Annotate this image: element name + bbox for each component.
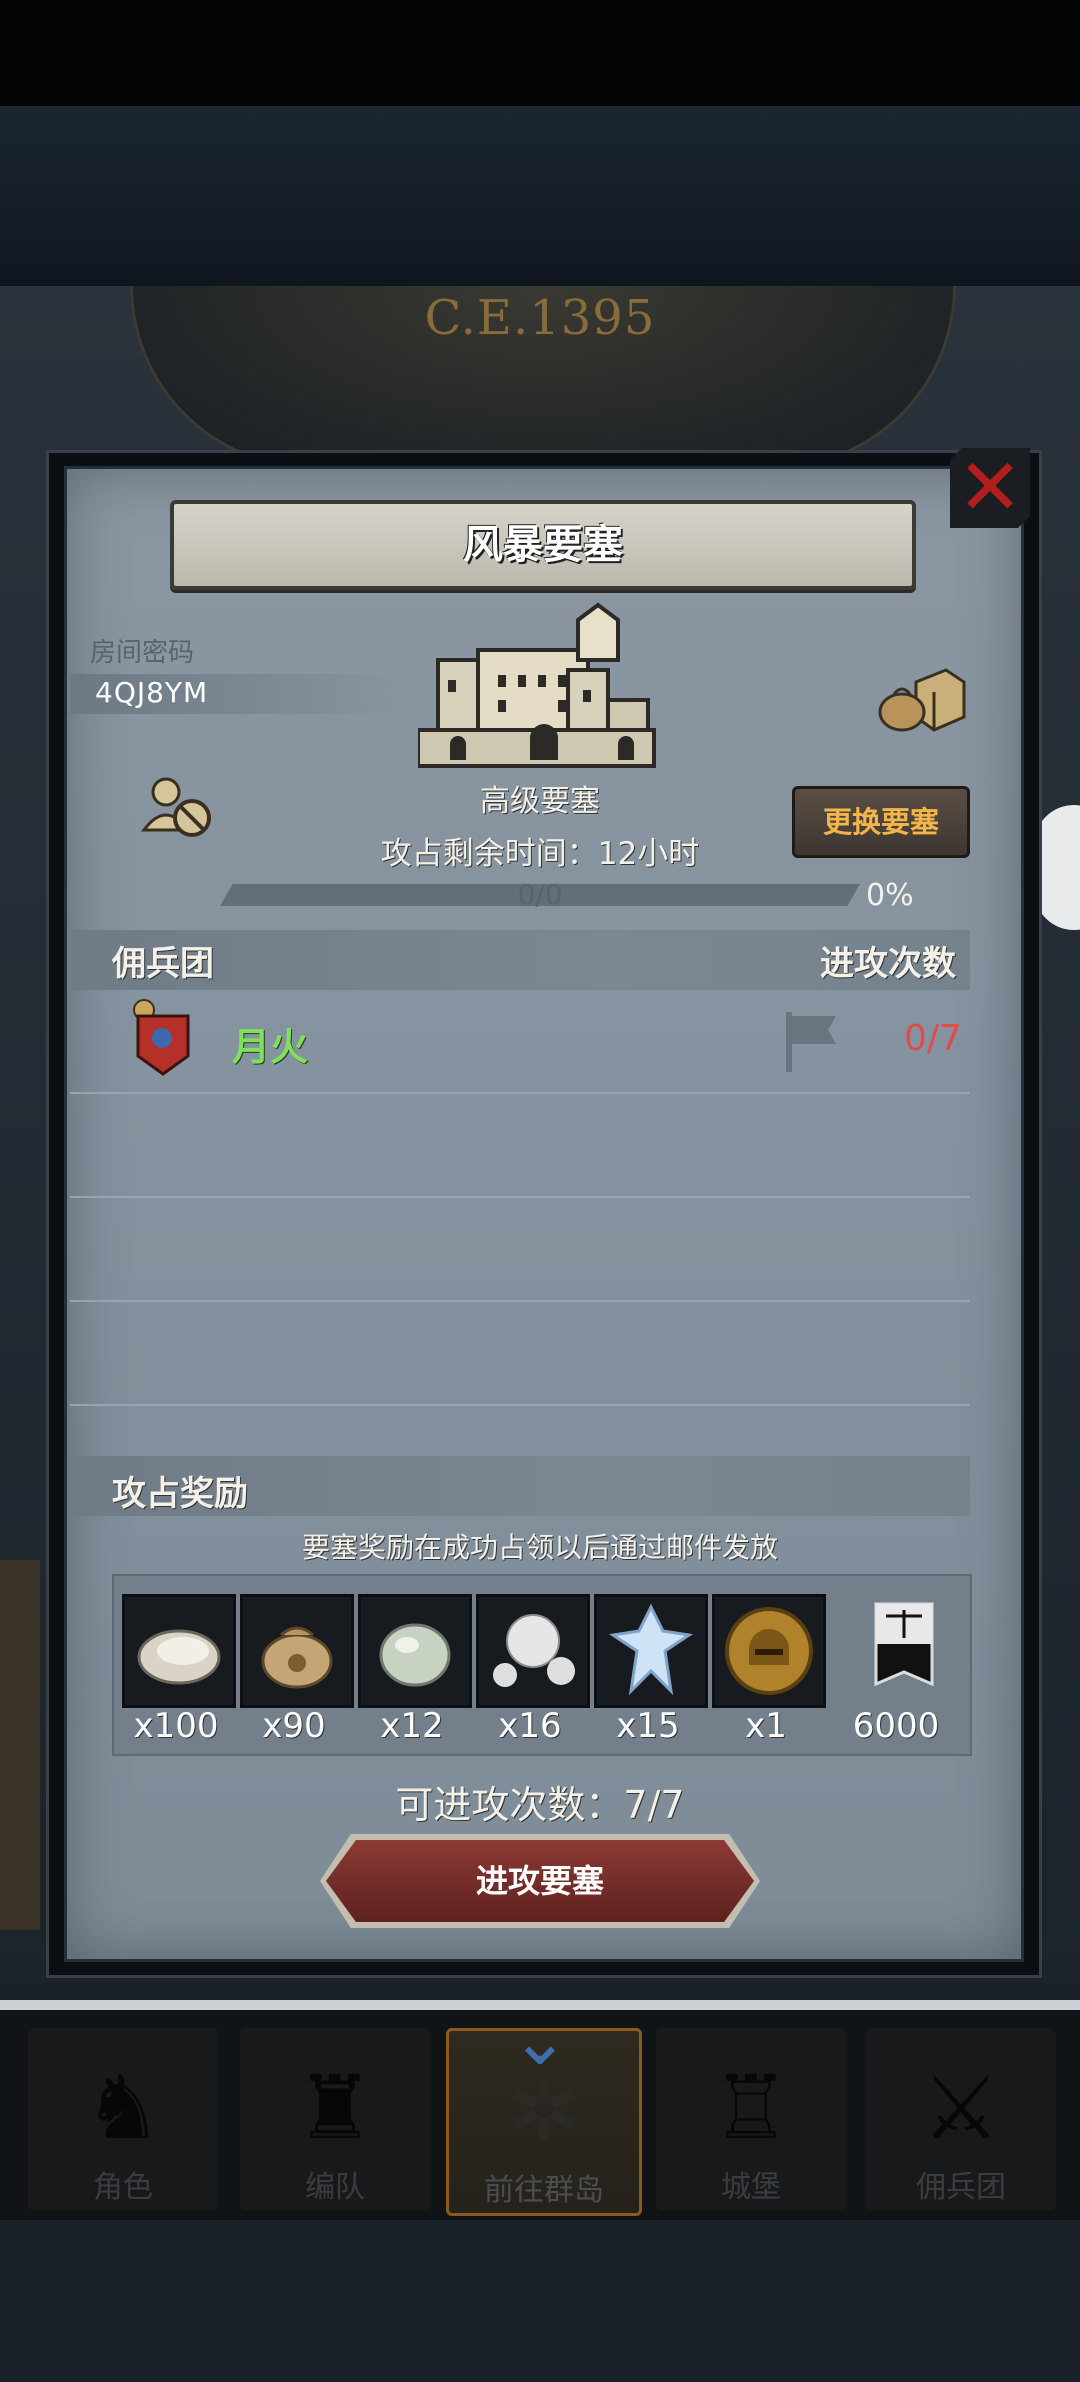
mercenary-icon: ⚔ (921, 2056, 1001, 2159)
oyster-icon (137, 1629, 221, 1685)
row-divider (70, 1196, 970, 1198)
reward-qty: x16 (498, 1706, 562, 1746)
chevron-down-icon: ⌄ (510, 1999, 570, 2081)
guild-attack-count: 0/7 (904, 1018, 962, 1059)
nav-label: 城堡 (721, 2170, 781, 2205)
hide-members-icon[interactable] (140, 772, 216, 842)
reward-qty: x100 (133, 1706, 219, 1746)
reward-justice-banner[interactable] (850, 1594, 958, 1702)
reward-qty: 6000 (852, 1706, 940, 1746)
guild-emblem-icon (133, 999, 190, 1076)
attacks-available: 可进攻次数：7/7 (395, 1783, 685, 1827)
nav-label: 佣兵团 (916, 2170, 1006, 2205)
crystal-icon (608, 1603, 694, 1696)
status-bar (0, 0, 1080, 106)
nav-label: 编队 (305, 2170, 365, 2205)
reward-crystal[interactable] (594, 1594, 708, 1708)
mercenary-header: 佣兵团 (112, 944, 214, 984)
occupy-progress-percent: 0% (866, 878, 914, 913)
flag-icon (786, 1012, 836, 1072)
reward-header: 攻占奖励 (112, 1474, 248, 1514)
dialog-title: 风暴要塞 (463, 522, 623, 568)
side-panel-edge (0, 1560, 40, 1930)
occupy-time-remaining: 攻占剩余时间：12小时 (380, 836, 700, 872)
change-fortress-button[interactable]: 更换要塞 (792, 786, 970, 858)
room-code-value: 4QJ8YM (95, 676, 209, 709)
scene-background-top (0, 106, 1080, 286)
reward-qty: x12 (380, 1706, 444, 1746)
stone-icon (379, 1623, 451, 1687)
reward-note: 要塞奖励在成功占领以后通过邮件发放 (301, 1531, 778, 1564)
occupy-progress-text: 0/0 (517, 878, 563, 911)
row-divider (70, 1092, 970, 1094)
reward-qty: x90 (262, 1706, 326, 1746)
reward-qty: x1 (745, 1706, 787, 1746)
nav-item-formation[interactable]: ♜ 编队 (240, 2028, 430, 2210)
reward-stone[interactable] (358, 1594, 472, 1708)
justice-banner-icon (874, 1602, 934, 1687)
coin-bag-icon (261, 1626, 333, 1689)
row-divider (70, 1300, 970, 1302)
row-divider (70, 1404, 970, 1406)
reward-oyster[interactable] (122, 1594, 236, 1708)
fortress-icon (418, 602, 656, 768)
helmet-coin-icon (725, 1607, 813, 1695)
attack-count-header: 进攻次数 (820, 944, 956, 984)
loot-crate-icon[interactable] (876, 662, 966, 732)
reward-helmet-coin[interactable] (712, 1594, 826, 1708)
castle-icon: ♖ (711, 2056, 791, 2159)
formation-icon: ♜ (295, 2056, 375, 2159)
attack-fortress-label[interactable]: 进攻要塞 (326, 1840, 754, 1922)
guild-name: 月火 (232, 1025, 309, 1069)
close-icon: ✕ (957, 443, 1023, 533)
nav-item-character[interactable]: ♞ 角色 (28, 2028, 218, 2210)
reward-pearl[interactable] (476, 1594, 590, 1708)
nav-item-castle[interactable]: ♖ 城堡 (656, 2028, 846, 2210)
reward-qty: x15 (616, 1706, 680, 1746)
close-button[interactable]: ✕ (950, 448, 1030, 528)
knight-icon: ♞ (83, 2056, 163, 2159)
nav-label: 前往群岛 (484, 2173, 604, 2208)
room-code-label: 房间密码 (90, 638, 195, 668)
nav-item-mercenary[interactable]: ⚔ 佣兵团 (866, 2028, 1056, 2210)
nav-label: 角色 (93, 2170, 153, 2205)
reward-coin-bag[interactable] (240, 1594, 354, 1708)
pearl-icon (493, 1614, 575, 1687)
fortress-level: 高级要塞 (480, 784, 600, 819)
era-label: C.E.1395 (424, 290, 656, 346)
